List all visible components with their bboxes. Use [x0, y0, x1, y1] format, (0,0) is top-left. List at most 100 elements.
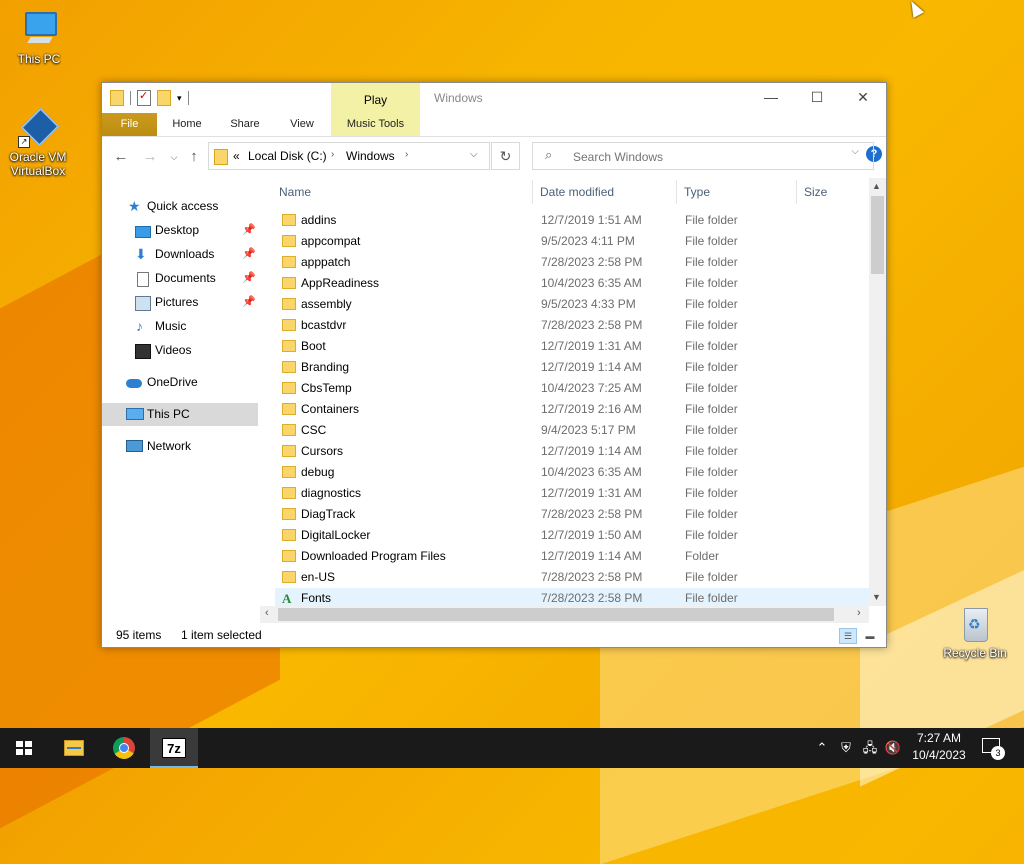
scrollbar-thumb[interactable]: [278, 608, 834, 621]
chevron-right-icon[interactable]: ›: [405, 149, 408, 160]
tab-home[interactable]: Home: [160, 113, 214, 136]
list-item[interactable]: apppatch 7/28/2023 2:58 PM File folder: [275, 252, 869, 273]
fonts-folder-icon: A: [282, 591, 292, 606]
close-button[interactable]: ✕: [840, 83, 886, 113]
tab-file[interactable]: File: [102, 113, 157, 136]
list-item[interactable]: appcompat 9/5/2023 4:11 PM File folder: [275, 231, 869, 252]
tab-view[interactable]: View: [276, 113, 328, 136]
pin-icon[interactable]: 📌: [242, 243, 256, 266]
column-header-date-modified[interactable]: Date modified: [540, 178, 614, 206]
nav-item-documents[interactable]: Documents 📌: [102, 267, 258, 290]
minimize-button[interactable]: —: [748, 83, 794, 113]
list-item[interactable]: bcastdvr 7/28/2023 2:58 PM File folder: [275, 315, 869, 336]
list-item[interactable]: Branding 12/7/2019 1:14 AM File folder: [275, 357, 869, 378]
volume-muted-icon: 🔇: [884, 740, 902, 755]
contextual-tab-play[interactable]: Play: [331, 83, 420, 113]
tab-share[interactable]: Share: [218, 113, 272, 136]
forward-button[interactable]: →: [140, 147, 160, 167]
folder-icon: [282, 445, 296, 457]
nav-item-label: This PC: [147, 407, 190, 421]
new-folder-icon[interactable]: [157, 90, 171, 106]
breadcrumb-folder[interactable]: Windows: [346, 149, 395, 163]
folder-icon: [282, 487, 296, 499]
recent-locations-button[interactable]: ⌵: [164, 147, 184, 167]
scrollbar-thumb[interactable]: [871, 196, 884, 274]
list-item[interactable]: CSC 9/4/2023 5:17 PM File folder: [275, 420, 869, 441]
scroll-up-icon[interactable]: ▲: [872, 181, 881, 191]
tray-network-icon[interactable]: 🖧: [860, 728, 880, 768]
desktop-icon-this-pc[interactable]: This PC: [4, 10, 74, 66]
folder-icon: [282, 382, 296, 394]
nav-item-onedrive[interactable]: OneDrive: [102, 371, 258, 394]
file-explorer-window: ▾ Play Windows — ☐ ✕ File Home Share Vie…: [101, 82, 887, 648]
back-button[interactable]: ←: [111, 147, 131, 167]
nav-item-quick-access[interactable]: ★ Quick access: [102, 195, 258, 218]
taskbar-file-explorer[interactable]: [50, 728, 98, 768]
nav-item-videos[interactable]: Videos: [102, 339, 258, 362]
list-item[interactable]: Cursors 12/7/2019 1:14 AM File folder: [275, 441, 869, 462]
up-button[interactable]: ↑: [184, 147, 204, 167]
chevron-up-icon: ⌃: [816, 740, 828, 755]
chrome-icon: [113, 737, 135, 759]
nav-item-label: Network: [147, 439, 192, 453]
customize-toolbar-dropdown-icon[interactable]: ▾: [177, 93, 182, 104]
list-item[interactable]: Boot 12/7/2019 1:31 AM File folder: [275, 336, 869, 357]
nav-item-desktop[interactable]: Desktop 📌: [102, 219, 258, 242]
list-item[interactable]: addins 12/7/2019 1:51 AM File folder: [275, 210, 869, 231]
nav-item-downloads[interactable]: ⬇ Downloads 📌: [102, 243, 258, 266]
pin-icon[interactable]: 📌: [242, 291, 256, 314]
list-item[interactable]: CbsTemp 10/4/2023 7:25 AM File folder: [275, 378, 869, 399]
column-header-name[interactable]: Name: [279, 178, 311, 206]
scroll-right-icon[interactable]: ›: [857, 607, 861, 619]
scroll-down-icon[interactable]: ▼: [872, 592, 881, 602]
tray-security-icon[interactable]: ⛨: [836, 728, 856, 768]
tray-volume-icon[interactable]: 🔇: [884, 728, 902, 768]
nav-item-network[interactable]: Network: [102, 435, 258, 458]
folder-icon: [282, 214, 296, 226]
maximize-icon: ☐: [810, 89, 824, 105]
list-item[interactable]: assembly 9/5/2023 4:33 PM File folder: [275, 294, 869, 315]
list-item[interactable]: DiagTrack 7/28/2023 2:58 PM File folder: [275, 504, 869, 525]
details-view-button[interactable]: ☰: [839, 628, 857, 644]
horizontal-scrollbar[interactable]: ‹ ›: [260, 606, 869, 623]
nav-item-label: Videos: [155, 343, 192, 357]
address-bar[interactable]: « Local Disk (C:) › Windows › ⌵: [208, 142, 490, 170]
list-item[interactable]: Containers 12/7/2019 2:16 AM File folder: [275, 399, 869, 420]
vertical-scrollbar[interactable]: ▲ ▼: [869, 178, 886, 606]
search-input[interactable]: [571, 147, 865, 167]
nav-item-pictures[interactable]: Pictures 📌: [102, 291, 258, 314]
pin-icon[interactable]: 📌: [242, 219, 256, 242]
list-item-selected[interactable]: A Fonts 7/28/2023 2:58 PM File folder: [275, 588, 869, 606]
scroll-left-icon[interactable]: ‹: [265, 607, 269, 619]
properties-icon[interactable]: [137, 89, 151, 106]
column-header-type[interactable]: Type: [684, 178, 710, 206]
list-item[interactable]: AppReadiness 10/4/2023 6:35 AM File folder: [275, 273, 869, 294]
nav-item-this-pc[interactable]: This PC: [102, 403, 258, 426]
pictures-icon: [135, 296, 151, 311]
list-item[interactable]: debug 10/4/2023 6:35 AM File folder: [275, 462, 869, 483]
taskbar-clock[interactable]: 7:27 AM 10/4/2023: [904, 730, 974, 764]
chevron-right-icon[interactable]: ›: [331, 149, 334, 160]
desktop-icon-recycle-bin[interactable]: ♻ Recycle Bin: [940, 604, 1010, 660]
start-button[interactable]: [0, 728, 48, 768]
large-icons-view-button[interactable]: ▬: [861, 628, 879, 644]
pin-icon[interactable]: 📌: [242, 267, 256, 290]
maximize-button[interactable]: ☐: [794, 83, 840, 113]
address-dropdown-icon[interactable]: ⌵: [470, 149, 478, 160]
list-item[interactable]: en-US 7/28/2023 2:58 PM File folder: [275, 567, 869, 588]
desktop-icon-virtualbox[interactable]: ↗ Oracle VM VirtualBox: [3, 107, 73, 178]
list-item[interactable]: DigitalLocker 12/7/2019 1:50 AM File folde…: [275, 525, 869, 546]
column-header-size[interactable]: Size: [804, 178, 827, 206]
tab-music-tools[interactable]: Music Tools: [331, 113, 420, 136]
list-item[interactable]: Downloaded Program Files 12/7/2019 1:14 A…: [275, 546, 869, 567]
breadcrumb-drive[interactable]: Local Disk (C:): [248, 149, 327, 163]
title-bar[interactable]: ▾ Play Windows — ☐ ✕: [102, 83, 886, 113]
taskbar-7zip[interactable]: 7z: [150, 728, 198, 768]
breadcrumb-overflow[interactable]: «: [233, 149, 240, 163]
taskbar-chrome[interactable]: [100, 728, 148, 768]
refresh-button[interactable]: ↻: [491, 142, 520, 170]
list-item[interactable]: diagnostics 12/7/2019 1:31 AM File folder: [275, 483, 869, 504]
nav-item-music[interactable]: ♪ Music: [102, 315, 258, 338]
show-hidden-icons-button[interactable]: ⌃: [812, 728, 832, 768]
search-box[interactable]: ⌕: [532, 142, 874, 170]
